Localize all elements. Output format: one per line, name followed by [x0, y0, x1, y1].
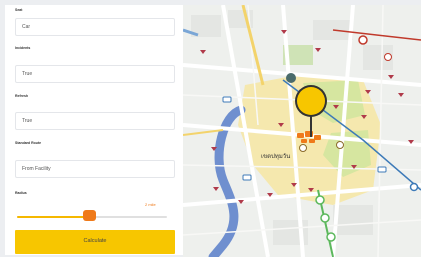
radius-label: Radius — [15, 191, 27, 195]
refresh-label: Refresh — [15, 94, 29, 98]
standard-route-label: Standard Route — [15, 141, 42, 145]
seat-label: Seat — [15, 8, 23, 12]
map-canvas[interactable]: เขตปทุมวัน — [183, 5, 421, 257]
seat-field[interactable]: Car — [15, 18, 175, 36]
radius-value: 2 mile — [145, 202, 156, 207]
refresh-value: True — [22, 118, 33, 124]
map-view[interactable]: เขตปทุมวัน — [183, 5, 421, 257]
district-label: เขตปทุมวัน — [261, 153, 290, 160]
standard-route-value: From Facility — [22, 166, 51, 172]
radius-slider-thumb[interactable] — [82, 210, 96, 221]
radius-slider-fill — [17, 216, 89, 218]
standard-route-field[interactable]: From Facility — [15, 160, 175, 178]
incidents-field[interactable]: True — [15, 65, 175, 83]
calculate-button-label: Calculate — [83, 238, 107, 244]
settings-panel: Seat Car Incidents True Refresh True Sta… — [5, 5, 183, 255]
refresh-field[interactable]: True — [15, 112, 175, 130]
incidents-label: Incidents — [15, 46, 31, 50]
location-pin-head — [297, 87, 325, 115]
seat-value: Car — [22, 24, 31, 30]
app-frame: Seat Car Incidents True Refresh True Sta… — [0, 0, 421, 257]
calculate-button[interactable]: Calculate — [15, 230, 175, 254]
incidents-value: True — [22, 71, 33, 77]
